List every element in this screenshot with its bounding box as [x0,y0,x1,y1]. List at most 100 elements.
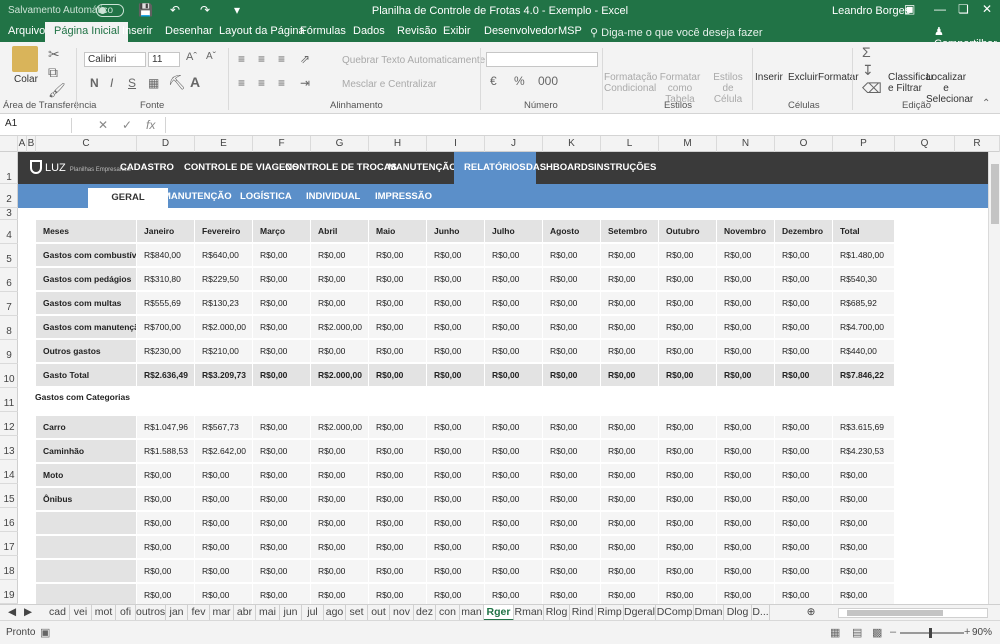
table-value-cell[interactable]: R$0,00 [543,292,601,315]
delete-cells-button[interactable]: Excluir [788,72,818,83]
align-right-icon[interactable]: ≡ [278,76,285,90]
category-value-cell[interactable]: R$0,00 [427,488,485,511]
table-value-cell[interactable]: R$0,00 [775,244,833,267]
total-value-cell[interactable]: R$2.000,00 [311,364,369,387]
category-value-cell[interactable]: R$0,00 [427,536,485,559]
table-value-cell[interactable]: R$0,00 [543,244,601,267]
category-value-cell[interactable]: R$0,00 [543,536,601,559]
sheet-tab-d[interactable]: D... [752,605,770,621]
category-value-cell[interactable]: R$0,00 [253,560,311,583]
table-value-cell[interactable]: R$0,00 [717,340,775,363]
row-header-13[interactable]: 13 [0,436,18,460]
align-left-icon[interactable]: ≡ [238,76,245,90]
table-value-cell[interactable]: R$0,00 [601,340,659,363]
row-label-cell[interactable]: Gastos com pedágios [36,268,137,291]
category-value-cell[interactable]: R$0,00 [427,464,485,487]
borders-icon[interactable]: ▦ [148,76,159,90]
nav-controle-viagens[interactable]: CONTROLE DE VIAGENS [184,152,299,184]
category-value-cell[interactable]: R$0,00 [253,584,311,604]
category-value-cell[interactable]: R$1.047,96 [137,416,195,439]
table-value-cell[interactable]: R$0,00 [253,244,311,267]
table-value-cell[interactable]: R$0,00 [543,340,601,363]
total-value-cell[interactable]: R$0,00 [485,364,543,387]
row-header-18[interactable]: 18 [0,556,18,580]
orientation-icon[interactable]: ⇗ [300,52,310,66]
table-value-cell[interactable]: R$640,00 [195,244,253,267]
sheet-tab-dez[interactable]: dez [414,605,436,621]
category-value-cell[interactable]: R$0,00 [369,584,427,604]
table-header-cell[interactable]: Agosto [543,220,601,243]
category-value-cell[interactable]: R$0,00 [659,488,717,511]
row-label-cell[interactable]: Outros gastos [36,340,137,363]
category-value-cell[interactable]: R$0,00 [311,536,369,559]
sheet-tab-man[interactable]: man [460,605,484,621]
sheet-tab-con[interactable]: con [436,605,460,621]
category-label-cell[interactable] [36,584,137,604]
table-header-cell[interactable]: Dezembro [775,220,833,243]
total-value-cell[interactable]: R$0,00 [775,364,833,387]
cut-icon[interactable]: ✂ [48,46,60,63]
table-value-cell[interactable]: R$0,00 [427,268,485,291]
sheet-tab-jun[interactable]: jun [280,605,302,621]
category-value-cell[interactable]: R$567,73 [195,416,253,439]
table-header-cell[interactable]: Abril [311,220,369,243]
sheet-tab-dcomp[interactable]: DComp [656,605,694,621]
sheet-tab-nov[interactable]: nov [390,605,414,621]
category-value-cell[interactable]: R$0,00 [601,584,659,604]
table-value-cell[interactable]: R$0,00 [369,340,427,363]
sheet-tab-jan[interactable]: jan [166,605,188,621]
table-value-cell[interactable]: R$0,00 [369,268,427,291]
macro-record-icon[interactable]: ▣ [40,626,50,639]
tab-inserir[interactable]: Inserir [122,25,153,37]
category-label-cell[interactable]: Moto [36,464,137,487]
underline-button[interactable]: S [128,76,136,90]
category-value-cell[interactable]: R$0,00 [369,560,427,583]
table-value-cell[interactable]: R$0,00 [601,244,659,267]
category-value-cell[interactable]: R$0,00 [543,584,601,604]
zoom-level[interactable]: 90% [972,627,992,638]
category-value-cell[interactable]: R$0,00 [833,488,895,511]
category-value-cell[interactable]: R$0,00 [717,512,775,535]
subnav-logistica[interactable]: LOGÍSTICA [240,184,292,208]
sheet-tab-set[interactable]: set [346,605,368,621]
table-value-cell[interactable]: R$0,00 [485,244,543,267]
add-sheet-icon[interactable]: ⊕ [804,605,818,621]
worksheet[interactable]: LUZ Planilhas Empresariais CADASTRO CONTR… [18,152,988,604]
sheet-tab-dman[interactable]: Dman [694,605,724,621]
table-header-cell[interactable]: Total [833,220,895,243]
category-value-cell[interactable]: R$0,00 [833,584,895,604]
sheet-tab-fev[interactable]: fev [188,605,210,621]
collapse-ribbon-icon[interactable]: ⌃ [982,98,990,109]
total-value-cell[interactable]: R$7.846,22 [833,364,895,387]
row-header-12[interactable]: 12 [0,412,18,436]
row-header-6[interactable]: 6 [0,268,18,292]
category-value-cell[interactable]: R$0,00 [369,536,427,559]
category-value-cell[interactable]: R$0,00 [485,488,543,511]
table-header-cell[interactable]: Meses [36,220,137,243]
sheet-tab-dlog[interactable]: Dlog [724,605,752,621]
sheet-tab-rimp[interactable]: Rimp [596,605,624,621]
nav-manutencao[interactable]: MANUTENÇÃO [388,152,457,184]
table-value-cell[interactable]: R$0,00 [369,316,427,339]
category-value-cell[interactable]: R$0,00 [601,560,659,583]
minimize-icon[interactable]: — [934,2,946,16]
category-label-cell[interactable] [36,560,137,583]
total-value-cell[interactable]: R$0,00 [659,364,717,387]
category-value-cell[interactable]: R$0,00 [601,440,659,463]
clear-icon[interactable]: ⌫ [862,80,882,97]
table-value-cell[interactable]: R$0,00 [311,292,369,315]
table-header-cell[interactable]: Janeiro [137,220,195,243]
category-value-cell[interactable]: R$0,00 [659,416,717,439]
category-value-cell[interactable]: R$0,00 [775,536,833,559]
row-header-19[interactable]: 19 [0,580,18,604]
align-top-icon[interactable]: ≡ [238,52,245,66]
table-value-cell[interactable]: R$2.000,00 [195,316,253,339]
insert-function-button[interactable]: fx [146,118,155,132]
table-value-cell[interactable]: R$0,00 [717,292,775,315]
category-value-cell[interactable]: R$0,00 [543,416,601,439]
total-value-cell[interactable]: R$2.636,49 [137,364,195,387]
row-header-10[interactable]: 10 [0,364,18,388]
category-value-cell[interactable]: R$0,00 [369,512,427,535]
row-header-1[interactable]: 1 [0,152,18,184]
user-name[interactable]: Leandro Borges [832,5,910,17]
